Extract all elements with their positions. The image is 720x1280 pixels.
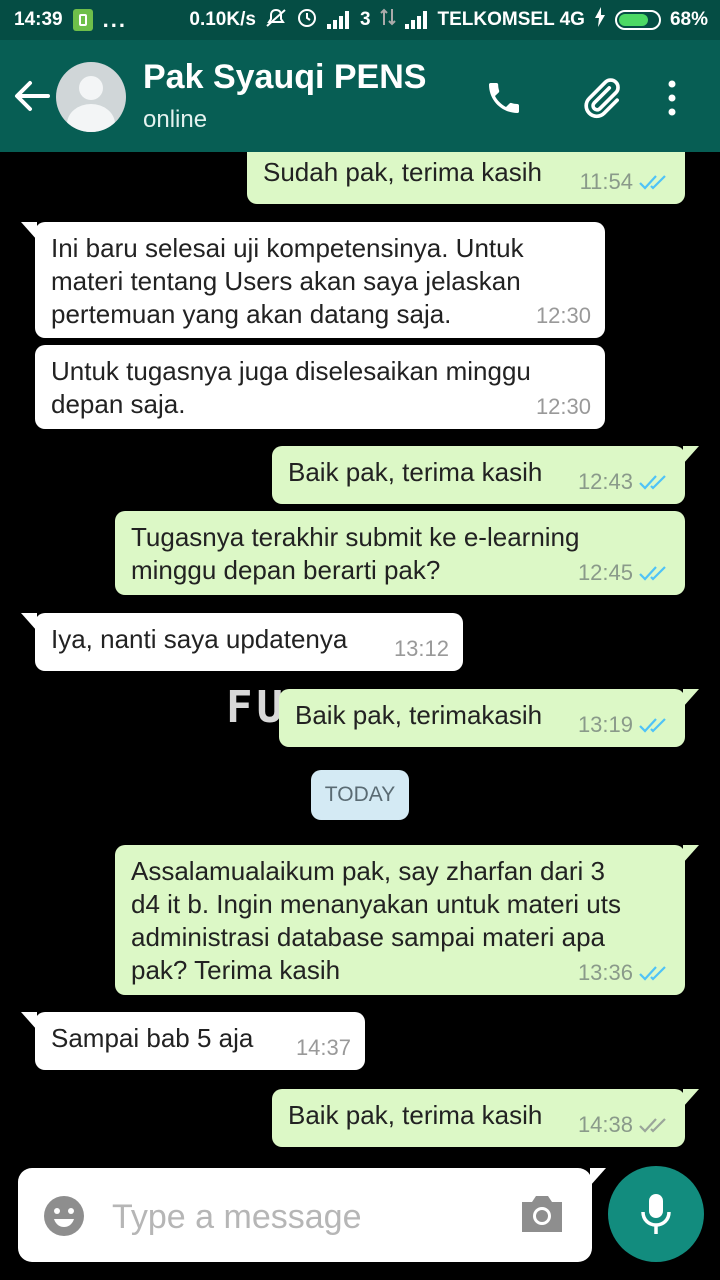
message-bubble-outgoing[interactable]: Baik pak, terima kasih 12:43 [272,446,699,504]
signal-icon-sim1 [326,11,351,29]
signal-icon-sim2 [404,11,429,29]
notification-app-icon [72,9,93,31]
read-double-check-icon [639,565,666,581]
paperclip-icon [584,78,620,119]
carrier-name: TELKOMSEL 4G [437,9,585,30]
message-time: 12:45 [577,560,633,585]
message-text: Iya, nanti saya updatenya [51,624,348,654]
message-time: 14:37 [295,1035,351,1060]
message-bubble-incoming[interactable]: Untuk tugasnya juga diselesaikan minggu … [35,345,605,429]
message-time: 13:19 [577,712,633,737]
message-time: 13:36 [577,960,633,985]
voice-call-button[interactable] [484,78,524,118]
alarm-icon [296,6,318,34]
emoji-button[interactable] [42,1194,86,1238]
status-more-dots: ... [102,7,127,32]
kebab-menu-icon [668,80,676,116]
camera-button[interactable] [518,1192,566,1236]
message-bubble-outgoing[interactable]: Sudah pak, terima kasih 11:54 [247,152,685,204]
phone-icon [489,83,519,113]
delivered-double-check-icon [639,1117,666,1133]
read-double-check-icon [639,174,666,190]
contact-name[interactable]: Pak Syauqi PENS [143,58,426,97]
sim-slot-label: 3 [359,9,371,30]
status-time: 14:39 [14,9,63,30]
message-list[interactable]: FU Sudah pak, terima kasih 11:54 Ini bar… [0,152,720,1160]
microphone-icon [641,1194,671,1234]
camera-icon [522,1196,562,1232]
message-time: 11:54 [579,169,633,194]
message-time: 12:30 [535,303,591,328]
message-text: Untuk tugasnya juga diselesaikan minggu … [51,356,531,419]
message-bubble-incoming[interactable]: Sampai bab 5 aja 14:37 [21,1012,365,1070]
message-input[interactable] [110,1188,494,1246]
background-watermark: FU [226,682,287,733]
contact-status: online [143,106,208,133]
message-bubble-incoming[interactable]: Iya, nanti saya updatenya 13:12 [21,613,463,671]
message-time: 14:38 [577,1112,633,1137]
message-time: 12:43 [577,469,633,494]
read-double-check-icon [639,474,666,490]
status-bar: 14:39 ... 0.10K/s 3 TELKOMSEL 4G 68% [0,0,720,40]
message-time: 12:30 [535,394,591,419]
attach-button[interactable] [578,76,624,120]
more-options-button[interactable] [660,76,684,120]
message-bubble-outgoing[interactable]: Tugasnya terakhir submit ke e-learning m… [115,511,685,595]
smiley-icon [44,1196,84,1236]
chat-header: Pak Syauqi PENS online [0,40,720,152]
message-bubble-outgoing[interactable]: Baik pak, terima kasih 14:38 [272,1089,699,1147]
message-bubble-incoming[interactable]: Ini baru selesai uji kompetensinya. Untu… [21,222,605,338]
compose-box [18,1168,606,1262]
network-speed: 0.10K/s [189,9,256,30]
read-double-check-icon [639,717,666,733]
battery-icon [614,10,661,30]
voice-record-button[interactable] [608,1166,704,1262]
message-time: 13:12 [393,636,449,661]
message-bubble-outgoing[interactable]: Assalamualaikum pak, say zharfan dari 3 … [115,845,699,995]
compose-bar [0,1160,720,1280]
message-text: Ini baru selesai uji kompetensinya. Untu… [51,233,524,329]
arrow-left-icon [15,81,50,111]
battery-percent: 68% [669,9,708,30]
contact-avatar[interactable] [56,62,126,132]
date-separator: TODAY [311,770,409,820]
mute-icon [265,8,287,33]
read-double-check-icon [639,965,666,981]
screen: 14:39 ... 0.10K/s 3 TELKOMSEL 4G 68% Pak… [0,0,720,1280]
message-bubble-outgoing[interactable]: Baik pak, terimakasih 13:19 [279,689,699,747]
charging-icon [594,7,606,33]
data-arrows-icon [379,7,396,33]
back-button[interactable] [12,74,52,118]
